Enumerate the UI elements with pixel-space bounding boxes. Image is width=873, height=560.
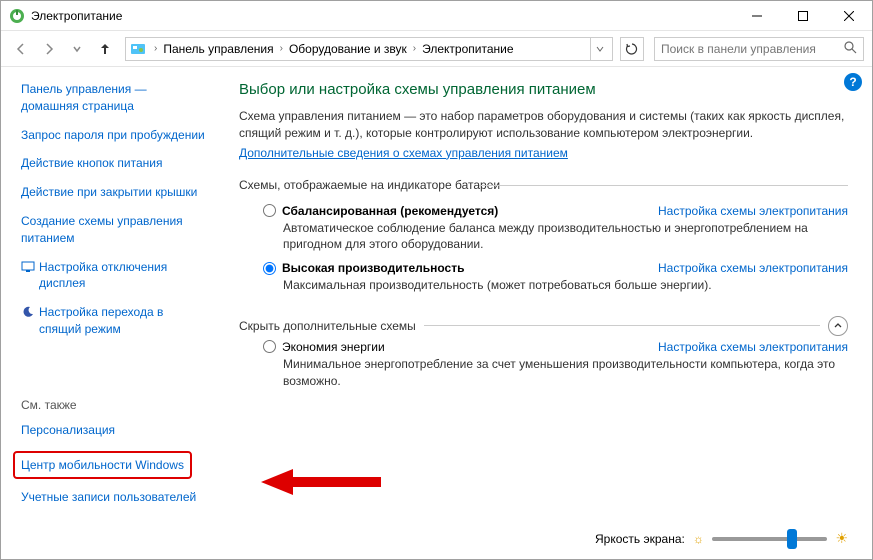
page-heading: Выбор или настройка схемы управления пит… [239,81,848,98]
brightness-control: Яркость экрана: ☼ ☀ [595,530,848,547]
chevron-right-icon: › [409,43,420,54]
monitor-icon [21,260,35,274]
sidebar-link[interactable]: Действие при закрытии крышки [21,184,207,201]
main-content: ? Выбор или настройка схемы управления п… [215,67,872,559]
plan-high: Высокая производительность Настройка схе… [239,257,848,298]
moon-icon [21,305,35,319]
plans-group-label: Схемы, отображаемые на индикаторе батаре… [239,178,848,192]
sun-high-icon: ☀ [835,530,848,547]
titlebar: Электропитание [1,1,872,31]
power-options-icon [9,8,25,24]
hide-extra-row: Скрыть дополнительные схемы [239,316,848,336]
breadcrumb[interactable]: › Панель управления › Оборудование и зву… [125,37,613,61]
plan-high-desc: Максимальная производительность (может п… [263,277,848,294]
plan-balanced-desc: Автоматическое соблюдение баланса между … [263,220,848,254]
content-body: Панель управления — домашняя страница За… [1,67,872,559]
sidebar-link[interactable]: Запрос пароля при пробуждении [21,127,207,144]
minimize-button[interactable] [734,1,780,31]
intro-link[interactable]: Дополнительные сведения о схемах управле… [239,146,568,160]
plan-settings-link[interactable]: Настройка схемы электропитания [658,204,848,218]
sidebar-personalization[interactable]: Персонализация [21,422,207,439]
sidebar-item-label: Настройка перехода в спящий режим [39,304,207,338]
intro-text: Схема управления питанием — это набор па… [239,108,848,142]
sidebar-user-accounts[interactable]: Учетные записи пользователей [21,489,207,506]
refresh-button[interactable] [620,37,644,61]
hide-extra-label: Скрыть дополнительные схемы [239,319,416,333]
slider-thumb[interactable] [787,529,797,549]
help-icon[interactable]: ? [844,73,862,91]
plan-eco-label[interactable]: Экономия энергии [282,340,385,354]
sidebar-link[interactable]: Создание схемы управления питанием [21,213,207,247]
forward-button[interactable] [37,37,61,61]
plan-settings-link[interactable]: Настройка схемы электропитания [658,261,848,275]
see-also-heading: См. также [21,398,207,412]
plan-balanced-radio[interactable] [263,204,276,217]
sidebar-item-label: Настройка отключения дисплея [39,259,207,293]
breadcrumb-item[interactable]: Панель управления [161,42,275,56]
brightness-slider[interactable] [712,537,828,541]
plan-balanced: Сбалансированная (рекомендуется) Настрой… [239,200,848,258]
plan-eco: Экономия энергии Настройка схемы электро… [239,336,848,394]
breadcrumb-item[interactable]: Оборудование и звук [287,42,409,56]
highlighted-annotation: Центр мобильности Windows [13,451,192,480]
close-button[interactable] [826,1,872,31]
plan-balanced-label[interactable]: Сбалансированная (рекомендуется) [282,204,498,218]
control-panel-window: Электропитание › Панель управления › Обо… [0,0,873,560]
search-box[interactable] [654,37,864,61]
sidebar-sleep[interactable]: Настройка перехода в спящий режим [21,304,207,338]
chevron-right-icon: › [150,43,161,54]
control-panel-icon [130,41,146,57]
recent-dropdown[interactable] [65,37,89,61]
window-title: Электропитание [31,9,734,23]
plan-settings-link[interactable]: Настройка схемы электропитания [658,340,848,354]
breadcrumb-dropdown[interactable] [590,37,608,61]
back-button[interactable] [9,37,33,61]
sidebar-link[interactable]: Действие кнопок питания [21,155,207,172]
sidebar-mobility-center[interactable]: Центр мобильности Windows [21,457,184,474]
search-icon [844,41,857,57]
brightness-label: Яркость экрана: [595,532,685,546]
sun-low-icon: ☼ [693,532,704,546]
plan-eco-radio[interactable] [263,340,276,353]
search-input[interactable] [661,42,844,56]
breadcrumb-item[interactable]: Электропитание [420,42,515,56]
separator [424,325,820,326]
maximize-button[interactable] [780,1,826,31]
sidebar-home[interactable]: Панель управления — домашняя страница [21,81,207,115]
plan-eco-desc: Минимальное энергопотребление за счет ум… [263,356,848,390]
sidebar: Панель управления — домашняя страница За… [1,67,215,559]
plan-high-label[interactable]: Высокая производительность [282,261,464,275]
chevron-right-icon: › [276,43,287,54]
plan-high-radio[interactable] [263,262,276,275]
sidebar-display-off[interactable]: Настройка отключения дисплея [21,259,207,293]
navbar: › Панель управления › Оборудование и зву… [1,31,872,67]
collapse-button[interactable] [828,316,848,336]
up-button[interactable] [93,37,117,61]
